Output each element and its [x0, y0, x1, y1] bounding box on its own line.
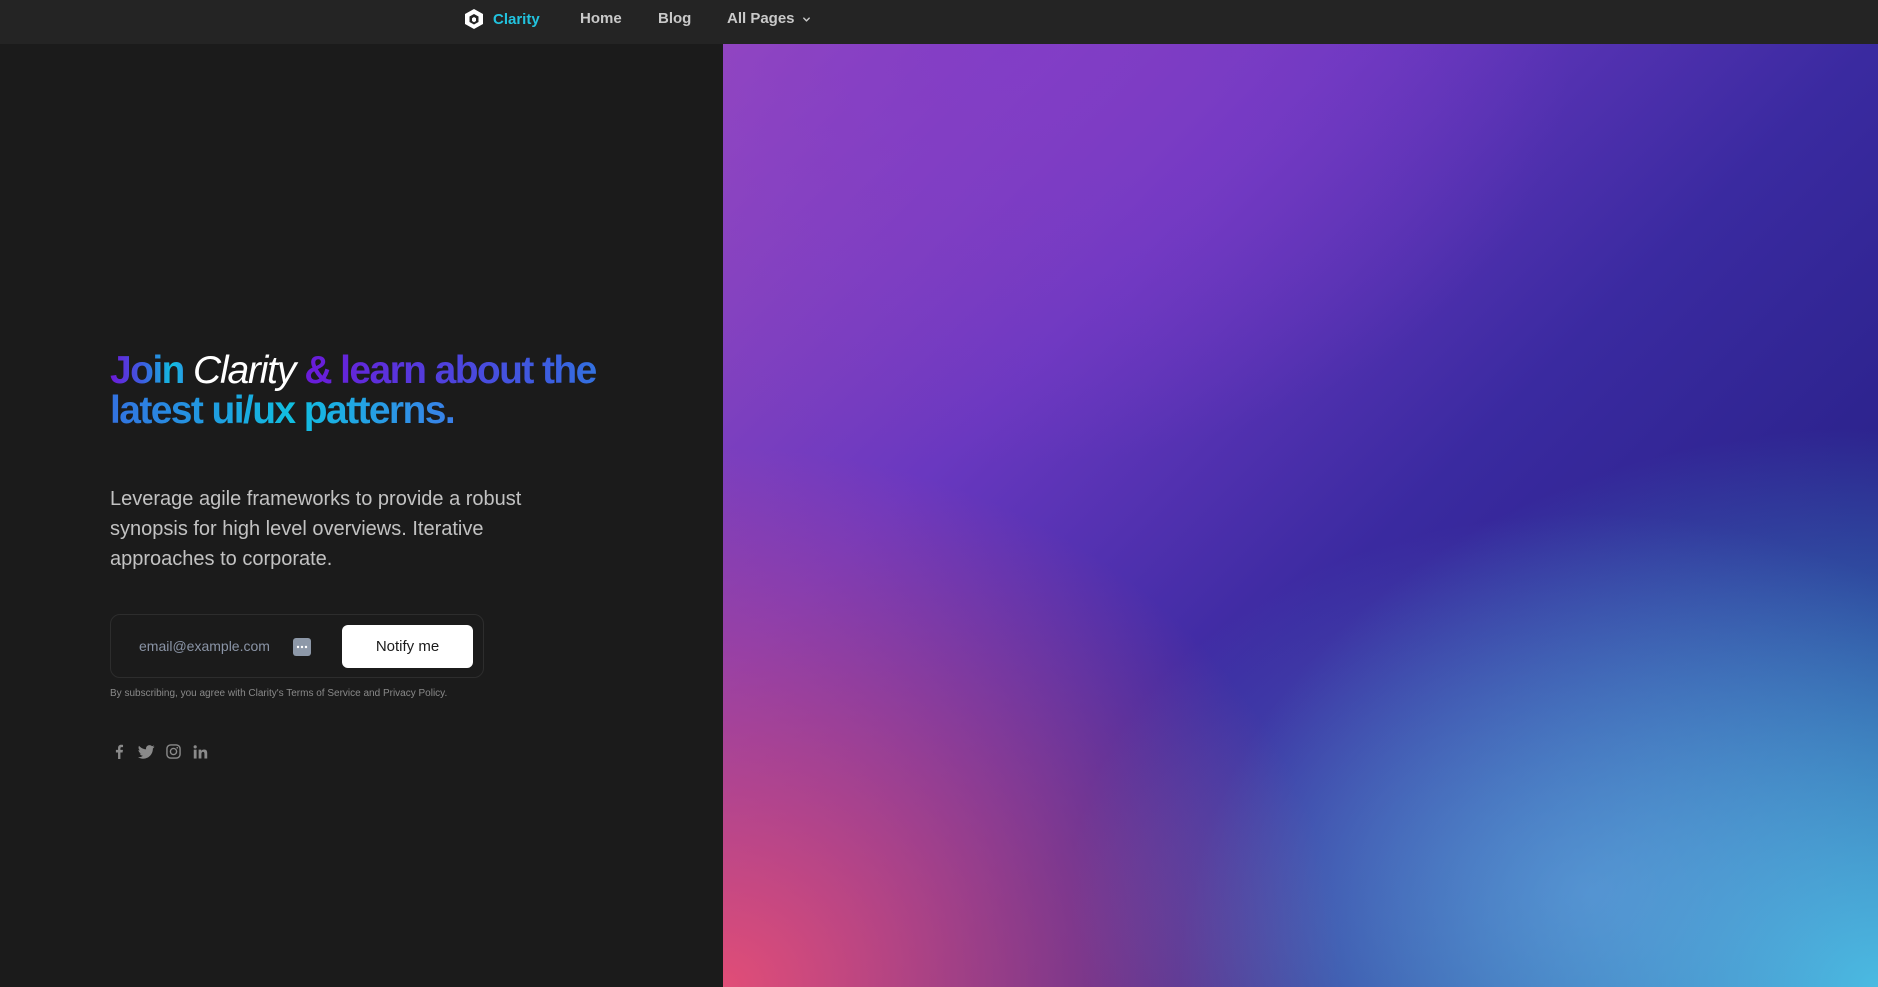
brand-label: Clarity	[493, 10, 540, 28]
headline-brand: Clarity	[193, 349, 296, 392]
hero-headline: Join Clarity & learn about the latest ui…	[110, 351, 650, 431]
facebook-icon[interactable]	[110, 743, 128, 760]
password-manager-icon[interactable]	[293, 638, 311, 656]
notify-me-button[interactable]: Notify me	[342, 625, 473, 668]
hero-lead-text: Leverage agile frameworks to provide a r…	[110, 488, 522, 570]
gradient-hero-image	[723, 44, 1878, 987]
instagram-icon[interactable]	[164, 743, 182, 760]
chevron-down-icon	[802, 16, 810, 22]
headline-part-1: Join	[110, 349, 194, 392]
nav-dropdown-label: All Pages	[727, 10, 795, 27]
twitter-icon[interactable]	[137, 743, 155, 760]
subscribe-form: Notify me	[110, 614, 484, 678]
brand-link[interactable]: Clarity	[463, 0, 540, 38]
email-input[interactable]	[139, 632, 289, 660]
cube-logo-icon	[465, 9, 483, 29]
dots-icon	[296, 645, 308, 649]
terms-text: By subscribing, you agree with Clarity's…	[110, 688, 448, 699]
social-links	[110, 743, 209, 760]
nav-link-home[interactable]: Home	[580, 0, 622, 38]
linkedin-icon[interactable]	[191, 743, 209, 760]
nav-dropdown-all-pages[interactable]: All Pages	[727, 0, 811, 38]
top-navbar: Clarity Home Blog All Pages	[0, 0, 1878, 44]
nav-link-blog[interactable]: Blog	[658, 0, 691, 38]
